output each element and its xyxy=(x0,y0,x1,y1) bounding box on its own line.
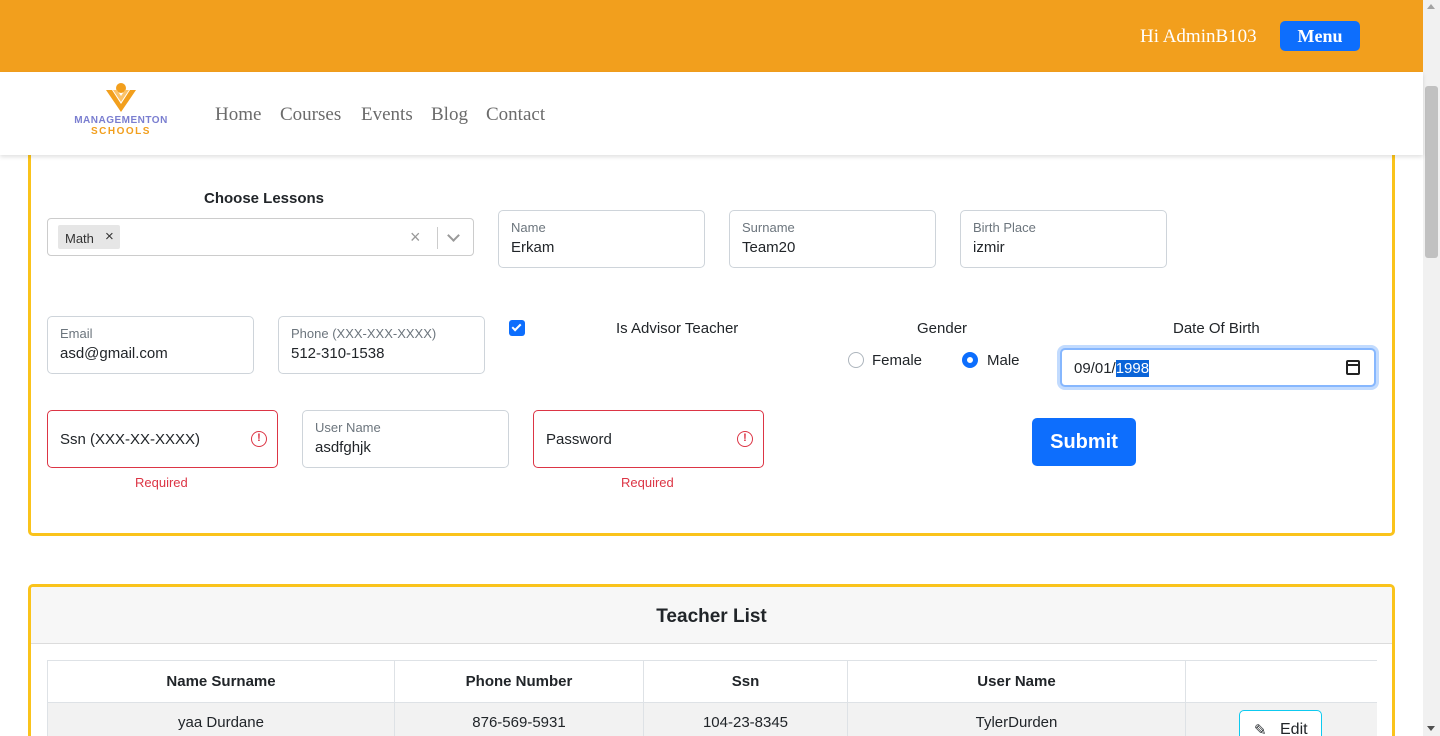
username-field[interactable]: User Name asdfghjk xyxy=(302,410,509,468)
choose-lessons-label: Choose Lessons xyxy=(204,190,325,207)
cell-name-surname: yaa Durdane xyxy=(47,702,394,736)
column-header-phone-number[interactable]: Phone Number xyxy=(394,660,643,702)
username-value: asdfghjk xyxy=(315,439,371,456)
nav-link-contact[interactable]: Contact xyxy=(486,104,545,126)
checkmark-icon xyxy=(511,321,522,332)
cell-ssn: 104-23-8345 xyxy=(643,702,847,736)
calendar-icon[interactable] xyxy=(1346,360,1360,375)
date-value-selected-year: 1998 xyxy=(1115,360,1150,377)
phone-value: 512-310-1538 xyxy=(291,345,385,362)
main-navbar: MANAGEMENTON SCHOOLS Home Courses Events… xyxy=(0,72,1423,155)
nav-link-courses[interactable]: Courses xyxy=(280,104,341,126)
column-header-ssn[interactable]: Ssn xyxy=(643,660,847,702)
menu-button[interactable]: Menu xyxy=(1280,21,1360,51)
date-of-birth-input[interactable]: 09/01/1998 xyxy=(1060,348,1376,387)
teacher-list-title: Teacher List xyxy=(656,606,767,627)
email-label: Email xyxy=(60,326,93,341)
surname-value: Team20 xyxy=(742,239,796,256)
gender-female-label: Female xyxy=(872,352,923,369)
clear-selection-icon[interactable]: × xyxy=(410,227,421,248)
name-label: Name xyxy=(511,220,546,235)
school-logo[interactable]: MANAGEMENTON SCHOOLS xyxy=(68,80,174,140)
date-value: 09/01/1998 xyxy=(1074,360,1150,377)
nav-link-events[interactable]: Events xyxy=(361,104,413,126)
teacher-list-header: Teacher List xyxy=(31,587,1392,644)
ssn-error-icon: ! xyxy=(251,431,267,447)
lesson-chip: Math × xyxy=(58,225,120,249)
gender-male-label: Male xyxy=(987,352,1020,369)
gender-female-radio[interactable] xyxy=(848,352,864,368)
name-value: Erkam xyxy=(511,239,555,256)
cell-phone-number: 876-569-5931 xyxy=(394,702,643,736)
surname-label: Surname xyxy=(742,220,795,235)
scroll-down-arrow-icon[interactable] xyxy=(1427,726,1435,731)
page-scrollbar[interactable] xyxy=(1423,0,1440,736)
password-placeholder: Password xyxy=(546,431,612,448)
submit-button[interactable]: Submit xyxy=(1032,418,1136,466)
birth-place-value: izmir xyxy=(973,239,1005,256)
logo-text-secondary: SCHOOLS xyxy=(91,126,151,137)
user-greeting: Hi AdminB103 xyxy=(1140,26,1257,47)
lessons-multiselect[interactable]: Math × × xyxy=(47,218,474,256)
nav-link-home[interactable]: Home xyxy=(215,104,261,126)
date-value-prefix: 09/01/ xyxy=(1074,360,1116,377)
phone-label: Phone (XXX-XXX-XXXX) xyxy=(291,326,437,341)
top-bar: Hi AdminB103 Menu xyxy=(0,0,1423,72)
birth-place-label: Birth Place xyxy=(973,220,1036,235)
remove-chip-icon[interactable]: × xyxy=(105,228,114,245)
surname-field[interactable]: Surname Team20 xyxy=(729,210,936,268)
date-of-birth-label: Date Of Birth xyxy=(1173,320,1260,337)
logo-emblem-icon xyxy=(106,83,136,112)
column-header-user-name[interactable]: User Name xyxy=(847,660,1185,702)
email-field[interactable]: Email asd@gmail.com xyxy=(47,316,254,374)
edit-label: Edit xyxy=(1280,721,1308,736)
name-field[interactable]: Name Erkam xyxy=(498,210,705,268)
ssn-field[interactable]: Ssn (XXX-XX-XXXX) ! xyxy=(47,410,278,468)
logo-text-primary: MANAGEMENTON xyxy=(74,115,168,126)
select-separator xyxy=(437,227,438,249)
ssn-placeholder: Ssn (XXX-XX-XXXX) xyxy=(60,431,201,448)
password-error-text: Required xyxy=(621,475,674,490)
username-label: User Name xyxy=(315,420,381,435)
email-value: asd@gmail.com xyxy=(60,345,168,362)
ssn-error-text: Required xyxy=(135,475,188,490)
nav-link-blog[interactable]: Blog xyxy=(431,104,468,126)
pencil-icon: ✎ xyxy=(1254,722,1267,736)
edit-teacher-button[interactable]: ✎ Edit xyxy=(1239,710,1322,736)
column-header-actions xyxy=(1185,660,1377,702)
lesson-chip-label: Math xyxy=(65,231,94,246)
scroll-thumb[interactable] xyxy=(1425,86,1438,258)
password-field[interactable]: Password ! xyxy=(533,410,764,468)
gender-male-radio[interactable] xyxy=(962,352,978,368)
gender-label: Gender xyxy=(917,320,968,337)
chevron-down-icon[interactable] xyxy=(447,229,460,242)
advisor-teacher-label: Is Advisor Teacher xyxy=(616,320,739,337)
cell-user-name: TylerDurden xyxy=(847,702,1185,736)
advisor-teacher-checkbox[interactable] xyxy=(509,320,525,336)
column-header-name-surname[interactable]: Name Surname xyxy=(47,660,394,702)
birth-place-field[interactable]: Birth Place izmir xyxy=(960,210,1167,268)
scroll-up-arrow-icon[interactable] xyxy=(1427,4,1435,9)
phone-field[interactable]: Phone (XXX-XXX-XXXX) 512-310-1538 xyxy=(278,316,485,374)
password-error-icon: ! xyxy=(737,431,753,447)
